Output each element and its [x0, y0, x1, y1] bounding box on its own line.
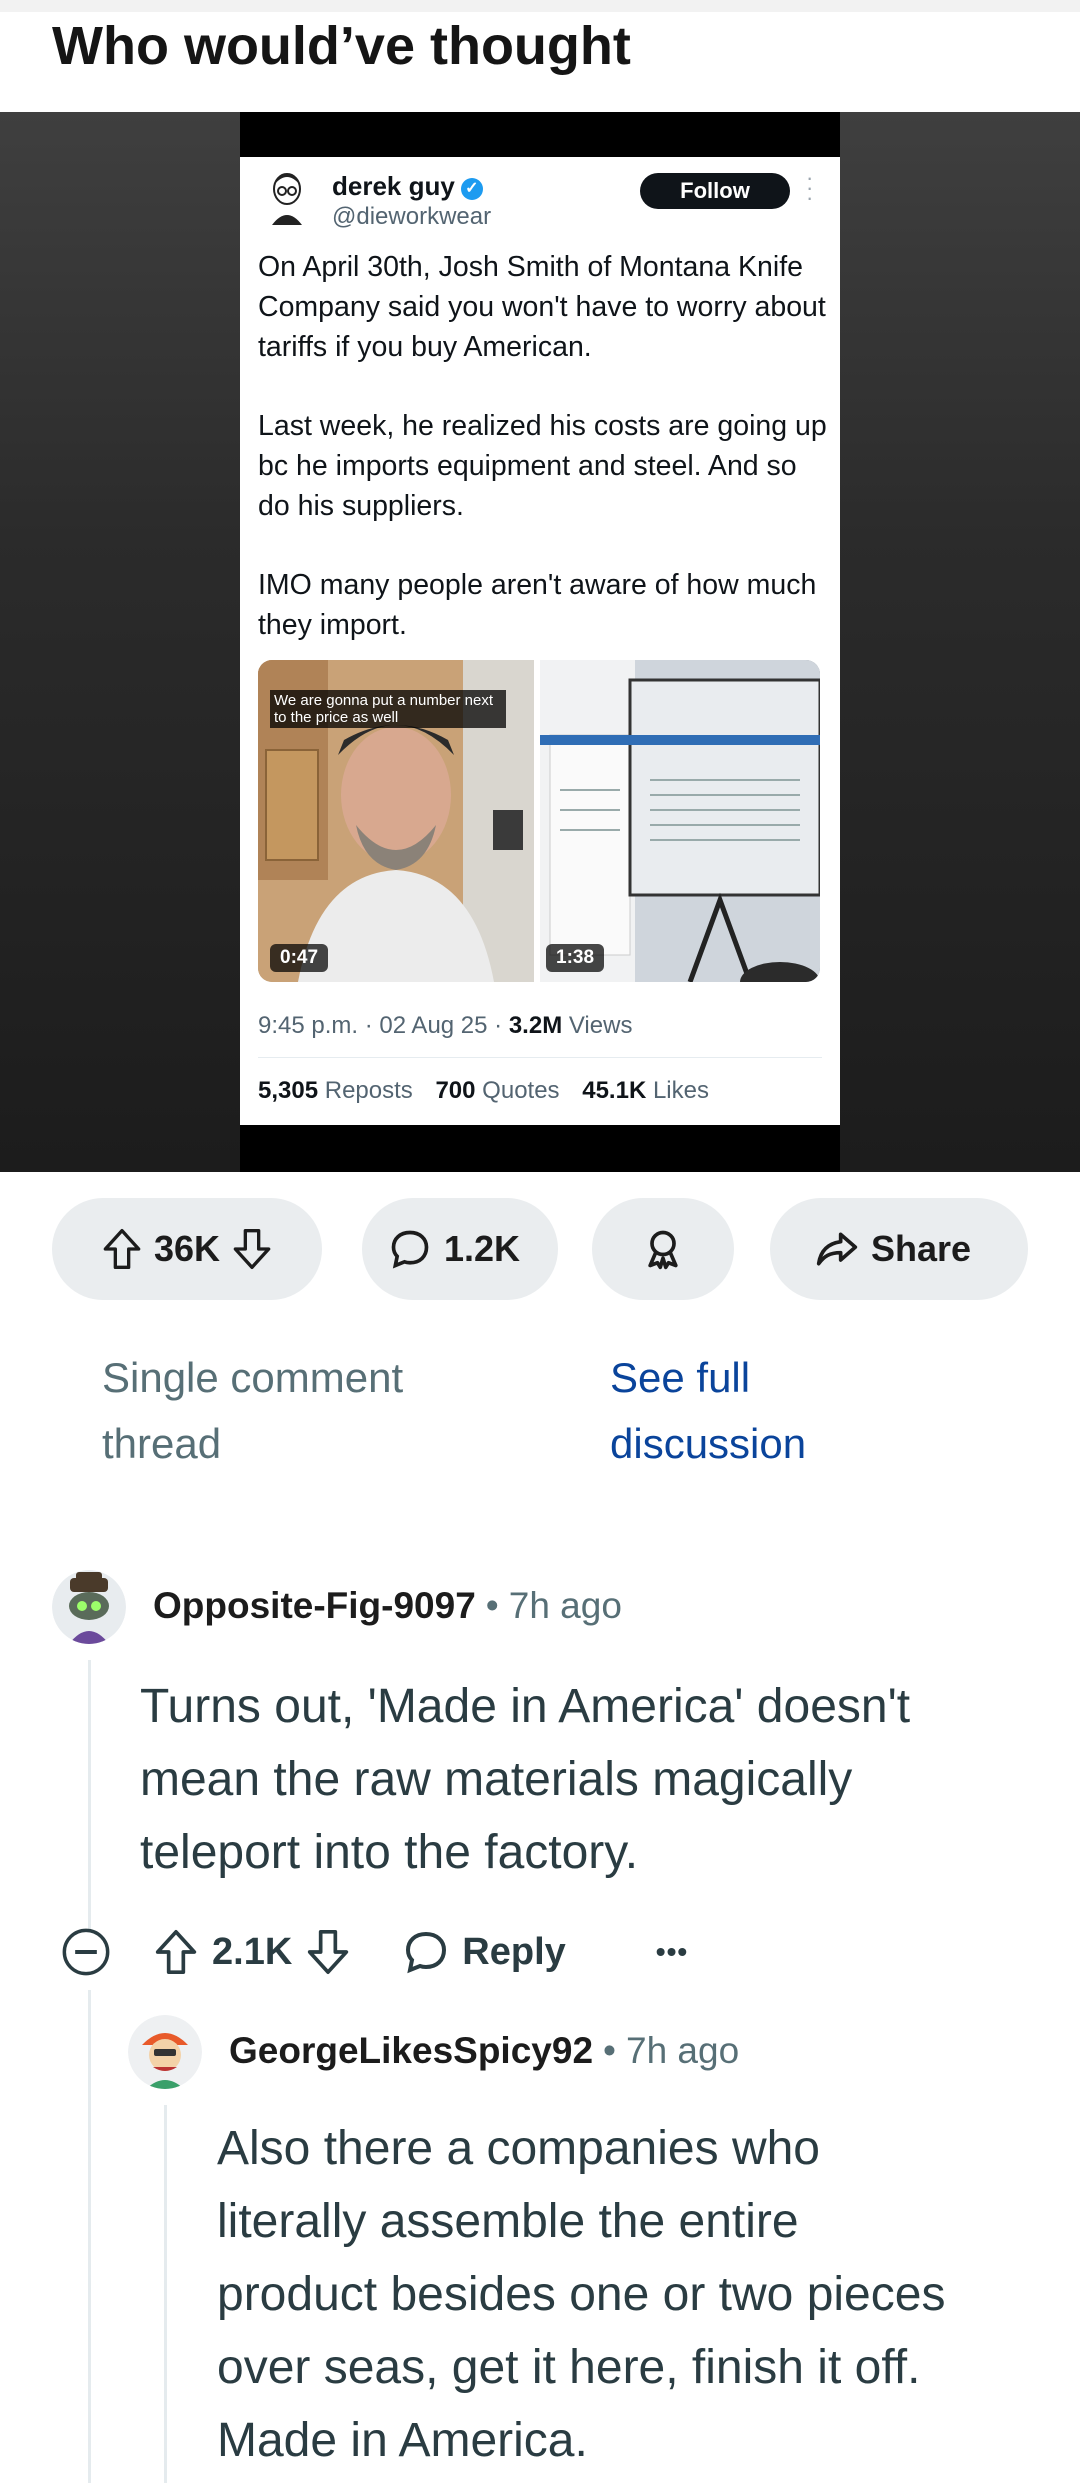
follow-button: Follow — [640, 173, 790, 209]
award-button[interactable] — [592, 1198, 734, 1300]
comment-time: 7h ago — [508, 1585, 622, 1626]
share-button[interactable]: Share — [770, 1198, 1028, 1300]
tweet-text: On April 30th, Josh Smith of Montana Kni… — [258, 247, 828, 684]
comment-line: literally assemble the entire — [217, 2195, 799, 2248]
avatar[interactable] — [52, 1570, 126, 1644]
more-vertical-icon: · · · — [806, 165, 814, 210]
comment-icon — [391, 1230, 429, 1269]
comment-author[interactable]: GeorgeLikesSpicy92 • 7h ago — [229, 2030, 739, 2072]
post-action-bar: 36K 1.2K Share — [0, 1198, 1080, 1300]
share-icon — [816, 1232, 858, 1266]
downvote-icon[interactable] — [306, 1928, 350, 1976]
reply-label: Reply — [462, 1930, 566, 1973]
single-comment-thread-link[interactable]: Single comment thread — [102, 1345, 403, 1477]
reply-button[interactable]: Reply — [402, 1928, 566, 1976]
comment-line: mean the raw materials magically — [140, 1753, 853, 1806]
video-thumbnail-2-image — [540, 660, 820, 982]
comment-line: Also there a companies who — [217, 2122, 820, 2175]
tweet-paragraph: Last week, he realized his costs are goi… — [258, 410, 827, 522]
tweet-handle: @dieworkwear — [332, 203, 492, 230]
share-label: Share — [870, 1228, 972, 1269]
tweet-paragraph: On April 30th, Josh Smith of Montana Kni… — [258, 251, 826, 363]
post-title: Who would’ve thought — [52, 16, 631, 76]
award-icon — [648, 1230, 678, 1270]
tweet-media: We are gonna put a number next to the pr… — [258, 660, 820, 982]
comment-line: teleport into the factory. — [140, 1826, 639, 1879]
upvote-icon[interactable] — [102, 1227, 142, 1271]
link-text: See full — [610, 1354, 751, 1401]
verified-badge-icon: ✓ — [460, 178, 483, 200]
collapse-icon[interactable] — [60, 1926, 112, 1978]
avatar[interactable] — [128, 2015, 202, 2089]
thread-line — [88, 1660, 91, 1930]
top-strip — [0, 0, 1080, 12]
video-caption: We are gonna put a number next to the pr… — [270, 690, 506, 728]
comment-count: 1.2K — [443, 1228, 521, 1269]
thread-line — [164, 2105, 167, 2483]
upvote-icon[interactable] — [154, 1928, 198, 1976]
link-text: Single comment — [102, 1354, 404, 1401]
downvote-icon[interactable] — [232, 1227, 272, 1271]
post-media[interactable]: derek guy ✓ @dieworkwear Follow · · · On Ap… — [0, 112, 1080, 1172]
video-duration: 1:38 — [546, 944, 605, 972]
tweet-stats: 5,305 Reposts 700 Quotes 45.1K Likes — [258, 1077, 709, 1104]
comment-line: Made in America. — [217, 2414, 588, 2467]
more-options-icon[interactable]: ••• — [656, 1936, 688, 1968]
tweet-meta: 9:45 p.m. · 02 Aug 25 · 3.2M Views — [258, 1012, 633, 1039]
thread-line — [88, 1990, 91, 2483]
video-thumbnail-1: We are gonna put a number next to the pr… — [258, 660, 534, 982]
comments-button[interactable]: 1.2K — [362, 1198, 558, 1300]
comment-time: 7h ago — [626, 2030, 740, 2071]
comment-line: over seas, get it here, finish it off. — [217, 2341, 921, 2394]
tweet-card: derek guy ✓ @dieworkwear Follow · · · On Ap… — [240, 157, 840, 1125]
reply-icon — [406, 1931, 447, 1974]
comment-line: product besides one or two pieces — [217, 2268, 946, 2321]
vote-pill: 36K — [52, 1198, 322, 1300]
comment-body: Also there a companies who literally ass… — [217, 2112, 1057, 2477]
link-text: thread — [102, 1420, 222, 1467]
video-thumbnail-2: 1:38 — [540, 660, 820, 982]
comment-author[interactable]: Opposite-Fig-9097 • 7h ago — [153, 1585, 622, 1627]
tweet-avatar — [272, 173, 302, 225]
tweet-divider — [258, 1057, 822, 1058]
video-duration: 0:47 — [270, 944, 329, 972]
comment-line: Turns out, 'Made in America' doesn't — [140, 1680, 911, 1733]
vote-count: 36K — [153, 1228, 221, 1269]
comment-body: Turns out, 'Made in America' doesn't mea… — [140, 1670, 1040, 1889]
see-full-discussion-link[interactable]: See full discussion — [610, 1345, 806, 1477]
comment-vote-count: 2.1K — [212, 1930, 293, 1973]
link-text: discussion — [610, 1420, 807, 1467]
comment-actions: 2.1K Reply ••• — [60, 1918, 760, 1986]
tweet-author: derek guy ✓ — [332, 171, 483, 202]
tweet-paragraph: IMO many people aren't aware of how much… — [258, 569, 817, 641]
